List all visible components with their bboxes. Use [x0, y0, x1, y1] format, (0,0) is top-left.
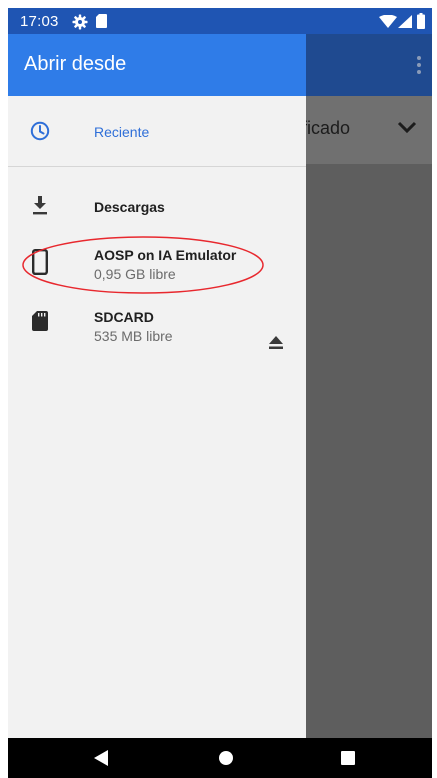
drawer-header: Abrir desde — [8, 34, 306, 96]
wifi-icon — [379, 15, 397, 28]
chevron-down-icon[interactable] — [396, 120, 418, 136]
drawer-item-label: SDCARD — [94, 309, 154, 325]
signal-icon — [398, 15, 412, 28]
sd-card-icon — [96, 14, 107, 28]
drawer-title: Abrir desde — [24, 53, 127, 75]
drawer-item-label: Reciente — [94, 124, 150, 140]
eject-icon[interactable] — [269, 336, 283, 350]
status-time: 17:03 — [20, 13, 59, 30]
drawer-item-sublabel: 535 MB libre — [94, 328, 173, 344]
drawer-item-recent[interactable]: Reciente — [8, 104, 306, 160]
navigation-drawer: Abrir desde Reciente Descargas AOSP on I… — [8, 34, 306, 738]
drawer-item-sdcard[interactable]: SDCARD 535 MB libre — [8, 300, 306, 356]
highlight-ellipse — [22, 236, 264, 294]
battery-icon — [417, 13, 425, 29]
drawer-item-label: Descargas — [94, 199, 165, 215]
drawer-divider — [8, 166, 306, 167]
nav-bar — [8, 738, 432, 778]
download-icon — [33, 196, 47, 215]
recents-icon[interactable] — [341, 751, 355, 765]
sd-card-icon — [32, 311, 48, 331]
drawer-item-downloads[interactable]: Descargas — [8, 184, 306, 236]
back-icon[interactable] — [94, 750, 108, 766]
screen: 17:03 ificado Abrir desde Reciente Desca… — [8, 8, 432, 778]
home-icon[interactable] — [219, 751, 233, 765]
more-vert-icon[interactable] — [416, 55, 422, 75]
gear-icon — [72, 14, 88, 30]
clock-icon — [30, 121, 50, 141]
status-bar: 17:03 — [8, 8, 432, 34]
